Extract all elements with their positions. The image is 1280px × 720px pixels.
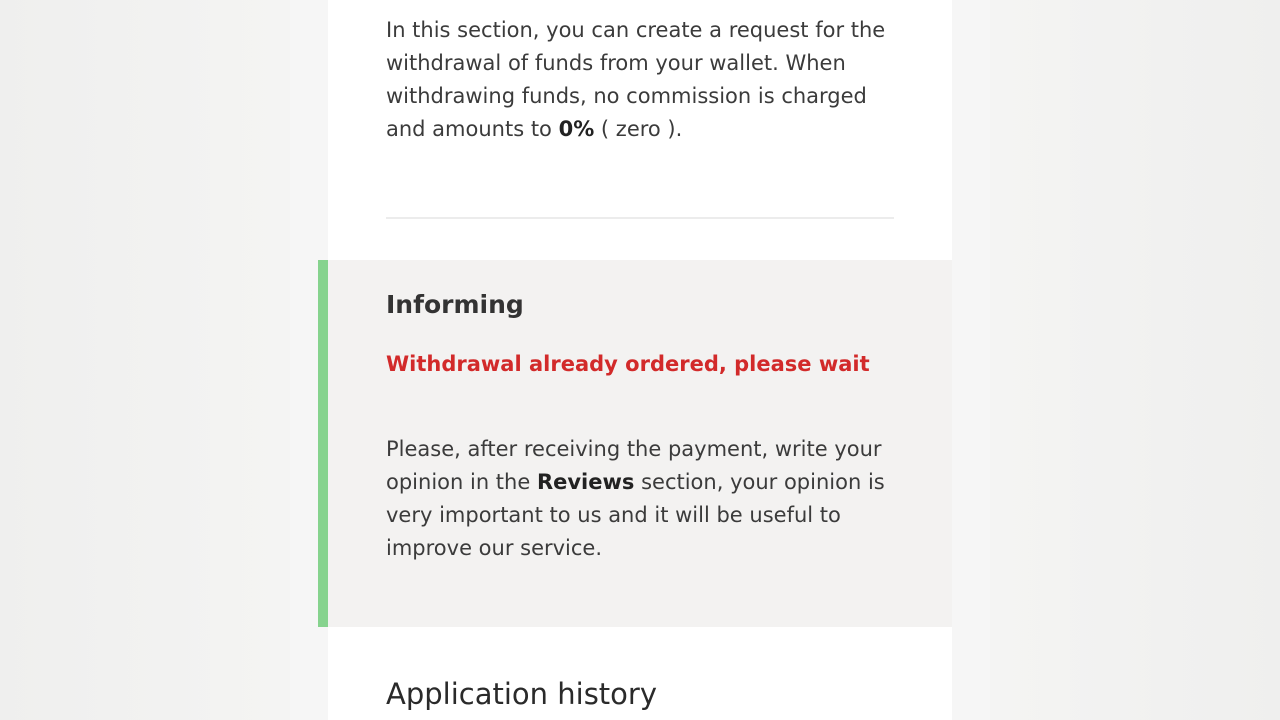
- notice-body: Please, after receiving the payment, wri…: [386, 433, 906, 565]
- description-suffix: ( zero ).: [594, 117, 683, 141]
- notice-title: Informing: [386, 290, 524, 319]
- reviews-link[interactable]: Reviews: [537, 470, 634, 494]
- informing-notice: Informing Withdrawal already ordered, pl…: [318, 260, 952, 627]
- withdrawal-info-panel: In this section, you can create a reques…: [328, 0, 952, 260]
- withdrawal-status-alert: Withdrawal already ordered, please wait: [386, 352, 870, 376]
- section-divider: [386, 217, 894, 219]
- withdrawal-description: In this section, you can create a reques…: [386, 14, 906, 146]
- application-history-panel: Application history: [328, 627, 952, 720]
- notice-accent-bar: [318, 260, 328, 627]
- application-history-title: Application history: [386, 677, 657, 711]
- commission-value: 0%: [558, 117, 595, 141]
